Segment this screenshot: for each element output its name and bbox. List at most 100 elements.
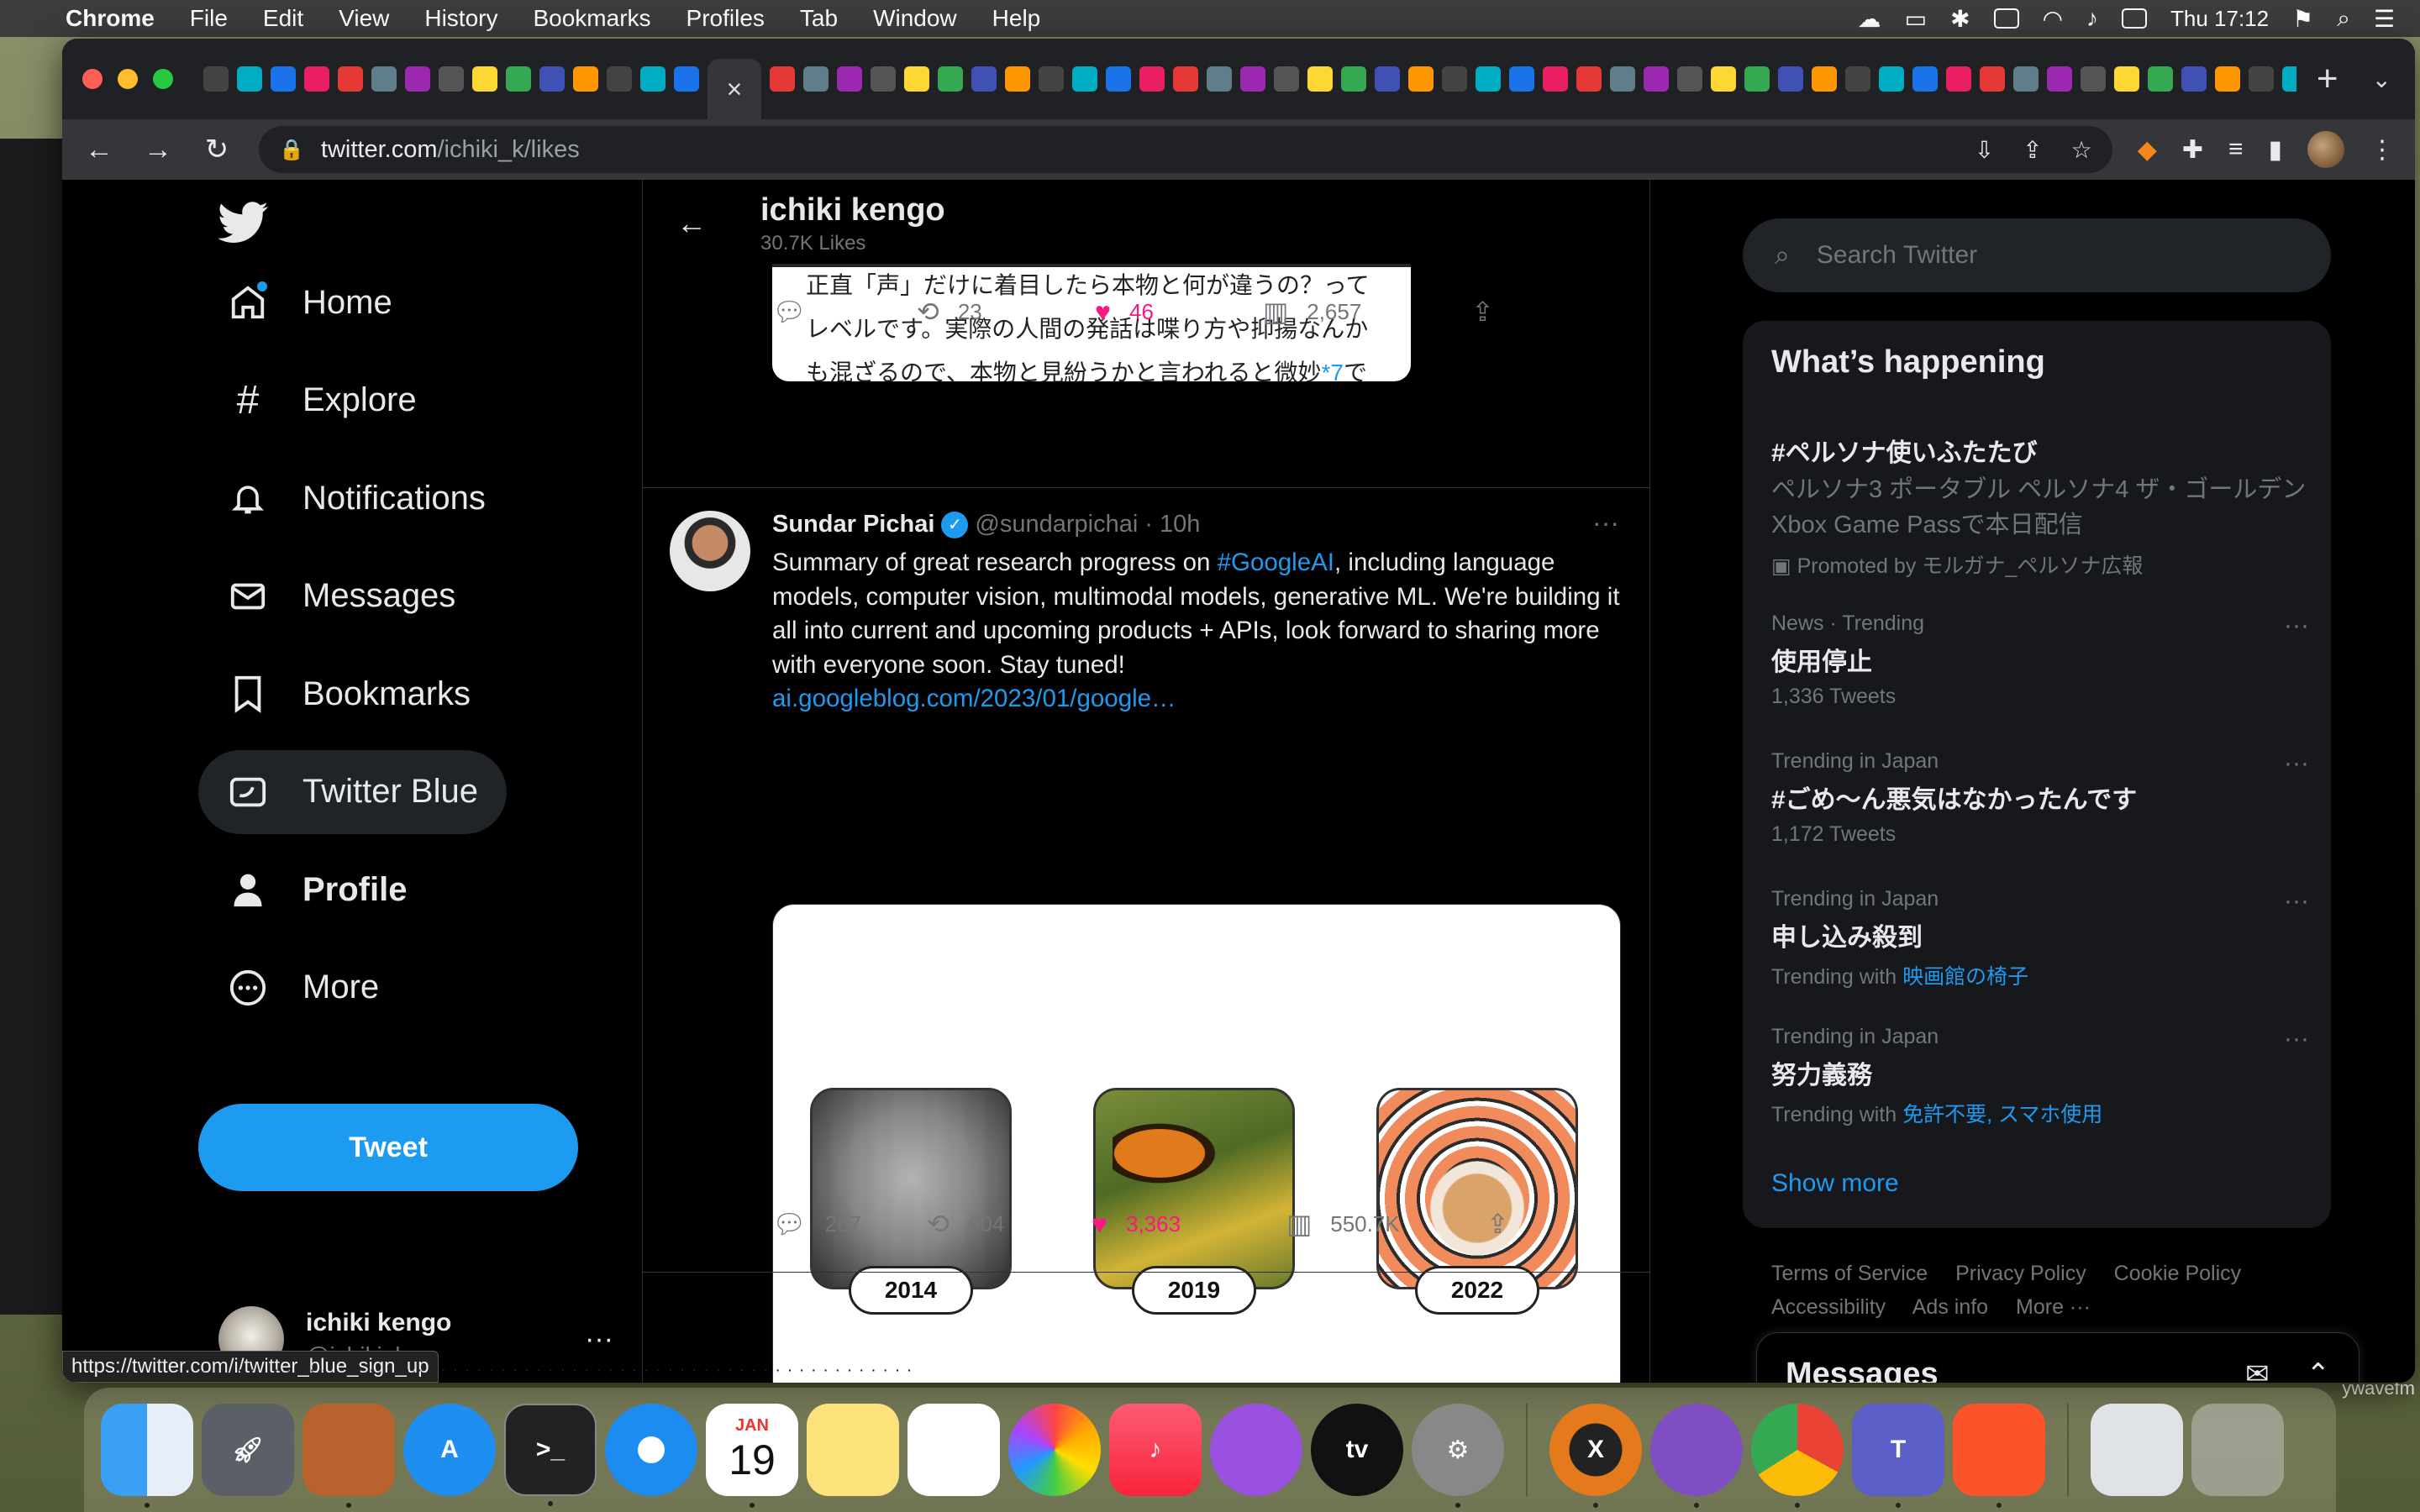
zoom-window-button[interactable]: [153, 69, 173, 89]
back-icon[interactable]: ←: [82, 134, 116, 166]
menu-profiles[interactable]: Profiles: [687, 5, 765, 32]
tab-favicon-icon[interactable]: [1240, 66, 1265, 92]
tweet-media-card[interactable]: 2014 2019 2022: [772, 904, 1621, 1383]
tab-favicon-icon[interactable]: [2282, 66, 2296, 92]
window-manager-icon[interactable]: [302, 1404, 395, 1508]
show-more-link[interactable]: Show more: [1771, 1169, 1899, 1198]
tab-favicon-icon[interactable]: [904, 66, 929, 92]
tweet-button[interactable]: Tweet: [198, 1104, 578, 1191]
menu-bookmarks[interactable]: Bookmarks: [533, 5, 650, 32]
nav-profile[interactable]: Profile: [198, 848, 435, 932]
tab-favicon-icon[interactable]: [640, 66, 666, 92]
trend-item[interactable]: Trending in Japan 努力義務 Trending with 免許不…: [1771, 1025, 2309, 1128]
tab-favicon-icon[interactable]: [1039, 66, 1064, 92]
tab-favicon-icon[interactable]: [2081, 66, 2106, 92]
tab-favicon-icon[interactable]: [271, 66, 296, 92]
menu-tab[interactable]: Tab: [800, 5, 838, 32]
reload-icon[interactable]: ↻: [200, 133, 234, 166]
nav-notifications[interactable]: Notifications: [198, 456, 514, 540]
tab-favicon-icon[interactable]: [1274, 66, 1299, 92]
menu-history[interactable]: History: [424, 5, 497, 32]
chrome-menu-icon[interactable]: ⋮: [2370, 135, 2395, 165]
menu-edit[interactable]: Edit: [263, 5, 303, 32]
tab-favicon-icon[interactable]: [573, 66, 598, 92]
nav-bookmarks[interactable]: Bookmarks: [198, 652, 499, 736]
photos-icon[interactable]: [1008, 1404, 1101, 1496]
tab-favicon-icon[interactable]: [938, 66, 963, 92]
music-icon[interactable]: ♪: [1109, 1404, 1202, 1496]
tab-favicon-icon[interactable]: [1778, 66, 1803, 92]
address-bar[interactable]: 🔒 twitter.com/ichiki_k/likes ⇩ ⇪ ☆: [259, 126, 2112, 173]
footer-terms[interactable]: Terms of Service: [1771, 1262, 1928, 1285]
tab-favicon-icon[interactable]: [2148, 66, 2173, 92]
menu-help[interactable]: Help: [992, 5, 1041, 32]
views-button[interactable]: ▥ 2,657: [1263, 296, 1471, 328]
trend-with-link[interactable]: 免許不要, スマホ使用: [1902, 1103, 2102, 1126]
finder-icon[interactable]: [101, 1404, 193, 1508]
notes-icon[interactable]: [807, 1404, 899, 1496]
keyboard-icon[interactable]: [1993, 8, 2019, 29]
tab-favicon-icon[interactable]: [1341, 66, 1366, 92]
footer-ads-info[interactable]: Ads info: [1912, 1295, 1988, 1319]
lock-icon[interactable]: 🔒: [279, 138, 304, 162]
tab-favicon-icon[interactable]: [1980, 66, 2005, 92]
profile-avatar[interactable]: [2307, 131, 2344, 168]
share-icon[interactable]: ⇪: [2023, 136, 2042, 164]
tab-favicon-icon[interactable]: [506, 66, 531, 92]
tab-favicon-icon[interactable]: [1072, 66, 1097, 92]
airplay-icon[interactable]: ▭: [1905, 5, 1927, 33]
retweet-button[interactable]: ⟲ 23: [917, 296, 1095, 328]
forward-icon[interactable]: →: [141, 134, 175, 166]
tab-favicon-icon[interactable]: [1845, 66, 1870, 92]
launchpad-icon[interactable]: 🚀︎: [202, 1404, 294, 1496]
tab-favicon-icon[interactable]: [1375, 66, 1400, 92]
active-tab-close-icon[interactable]: ×: [708, 59, 761, 119]
tab-favicon-icon[interactable]: [1812, 66, 1837, 92]
trend-more-icon[interactable]: ···: [2284, 749, 2309, 778]
emacs-icon[interactable]: [1650, 1404, 1743, 1508]
tab-search-chevron-icon[interactable]: ⌄: [2372, 66, 2391, 93]
nav-home[interactable]: Home: [198, 260, 421, 344]
tab-favicon-icon[interactable]: [539, 66, 565, 92]
close-window-button[interactable]: [82, 69, 103, 89]
menu-view[interactable]: View: [339, 5, 389, 32]
tab-favicon-icon[interactable]: [1307, 66, 1333, 92]
trend-item[interactable]: News · Trending 使用停止 1,336 Tweets ···: [1771, 612, 2309, 709]
menu-window[interactable]: Window: [873, 5, 957, 32]
bookmark-star-icon[interactable]: ☆: [2071, 136, 2092, 164]
trash-icon[interactable]: [2191, 1404, 2284, 1496]
tab-favicon-icon[interactable]: [1912, 66, 1938, 92]
tab-favicon-icon[interactable]: [770, 66, 795, 92]
trend-more-icon[interactable]: ···: [2284, 887, 2309, 916]
tab-favicon-icon[interactable]: [674, 66, 699, 92]
minimize-window-button[interactable]: [118, 69, 138, 89]
reply-button[interactable]: 💬︎ 267: [772, 1208, 927, 1240]
tab-favicon-icon[interactable]: [803, 66, 829, 92]
menu-app-name[interactable]: Chrome: [66, 5, 155, 32]
tab-favicon-icon[interactable]: [2181, 66, 2207, 92]
nav-messages[interactable]: Messages: [198, 554, 484, 638]
avatar[interactable]: [670, 511, 750, 591]
hashtag-link[interactable]: #GoogleAI: [1218, 549, 1334, 576]
footer-more[interactable]: More ···: [2016, 1295, 2091, 1319]
footer-accessibility[interactable]: Accessibility: [1771, 1295, 1886, 1319]
extensions-puzzle-icon[interactable]: ✚: [2182, 135, 2203, 165]
metamask-extension-icon[interactable]: ◆: [2138, 135, 2157, 165]
apple-tv-icon[interactable]: tv: [1311, 1404, 1403, 1496]
share-tweet-button[interactable]: ⇪: [1471, 296, 1512, 328]
twitter-logo-icon[interactable]: [218, 202, 269, 244]
reminders-icon[interactable]: [908, 1404, 1000, 1496]
control-center-icon[interactable]: ☰: [2374, 5, 2395, 33]
cloud-icon[interactable]: ☁: [1858, 5, 1881, 33]
tab-favicon-icon[interactable]: [1106, 66, 1131, 92]
tab-favicon-icon[interactable]: [1610, 66, 1635, 92]
tab-favicon-icon[interactable]: [1173, 66, 1198, 92]
tab-favicon-icon[interactable]: [2114, 66, 2139, 92]
tab-favicon-icon[interactable]: [607, 66, 632, 92]
battery-icon[interactable]: [2122, 8, 2147, 29]
podcasts-icon[interactable]: [1210, 1404, 1302, 1496]
tab-favicon-icon[interactable]: [2249, 66, 2274, 92]
safari-icon[interactable]: [605, 1404, 697, 1496]
menu-file[interactable]: File: [190, 5, 228, 32]
promoted-trend[interactable]: #ペルソナ使いふたたび ペルソナ3 ポータブル ペルソナ4 ザ・ゴールデン Xb…: [1771, 427, 2309, 580]
